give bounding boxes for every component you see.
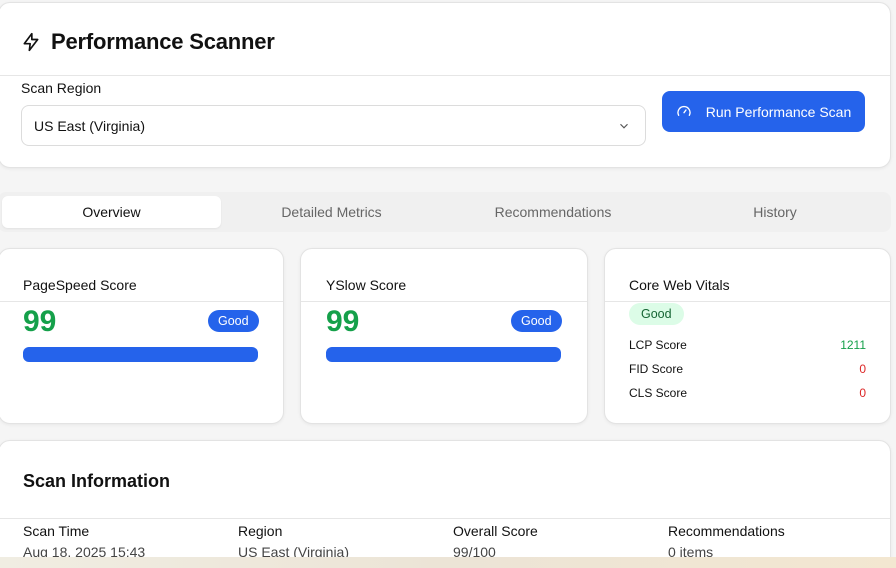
lcp-label: LCP Score (629, 338, 687, 352)
divider (0, 75, 890, 76)
gauge-icon (677, 105, 691, 116)
divider (0, 518, 890, 519)
tab-bar: Overview Detailed Metrics Recommendation… (0, 192, 891, 232)
yslow-card: YSlow Score 99 Good (300, 248, 588, 424)
run-button-label: Run Performance Scan (705, 103, 852, 120)
scan-information-title: Scan Information (23, 471, 171, 491)
region-field: Region US East (Virginia) (238, 523, 349, 560)
divider (605, 301, 890, 302)
overall-score-label: Overall Score (453, 523, 538, 539)
scanner-card: Performance Scanner Scan Region US East … (0, 2, 891, 168)
chevron-down-icon (620, 123, 628, 129)
tab-overview[interactable]: Overview (2, 196, 221, 228)
overall-score-field: Overall Score 99/100 (453, 523, 538, 560)
lcp-row: LCP Score 1211 (629, 338, 866, 352)
scan-region-label: Scan Region (21, 80, 102, 96)
recommendations-label: Recommendations (668, 523, 785, 539)
cls-row: CLS Score 0 (629, 386, 866, 400)
pagespeed-score: 99 (23, 305, 57, 338)
core-web-vitals-title: Core Web Vitals (629, 277, 730, 293)
scan-region-value: US East (Virginia) (34, 117, 146, 134)
divider (0, 301, 283, 302)
tab-detailed-metrics[interactable]: Detailed Metrics (221, 196, 442, 228)
tab-history[interactable]: History (664, 196, 886, 228)
pagespeed-progress-bar (23, 347, 258, 362)
fid-value: 0 (859, 362, 866, 376)
scan-time-field: Scan Time Aug 18, 2025 15:43 (23, 523, 145, 560)
page-title: Performance Scanner (51, 29, 275, 54)
run-performance-scan-button[interactable]: Run Performance Scan (662, 91, 865, 132)
tab-recommendations[interactable]: Recommendations (442, 196, 664, 228)
fid-row: FID Score 0 (629, 362, 866, 376)
region-label: Region (238, 523, 283, 539)
bolt-icon (23, 32, 39, 52)
core-web-vitals-card: Core Web Vitals Good LCP Score 1211 FID … (604, 248, 891, 424)
pagespeed-status-badge: Good (208, 310, 259, 332)
yslow-score: 99 (326, 305, 360, 338)
core-web-vitals-status-badge: Good (629, 303, 684, 325)
recommendations-field: Recommendations 0 items (668, 523, 785, 560)
scan-time-label: Scan Time (23, 523, 90, 539)
pagespeed-title: PageSpeed Score (23, 277, 137, 293)
pagespeed-card: PageSpeed Score 99 Good (0, 248, 284, 424)
scan-information-card: Scan Information Scan Time Aug 18, 2025 … (0, 440, 891, 568)
divider (301, 301, 587, 302)
taskbar-strip (0, 557, 896, 568)
cls-value: 0 (859, 386, 866, 400)
yslow-progress-bar (326, 347, 561, 362)
lcp-value: 1211 (840, 338, 866, 352)
yslow-status-badge: Good (511, 310, 562, 332)
cls-label: CLS Score (629, 386, 688, 400)
scan-region-select[interactable]: US East (Virginia) (21, 105, 646, 146)
yslow-title: YSlow Score (326, 277, 407, 293)
header: Performance Scanner (21, 29, 275, 55)
fid-label: FID Score (629, 362, 684, 376)
